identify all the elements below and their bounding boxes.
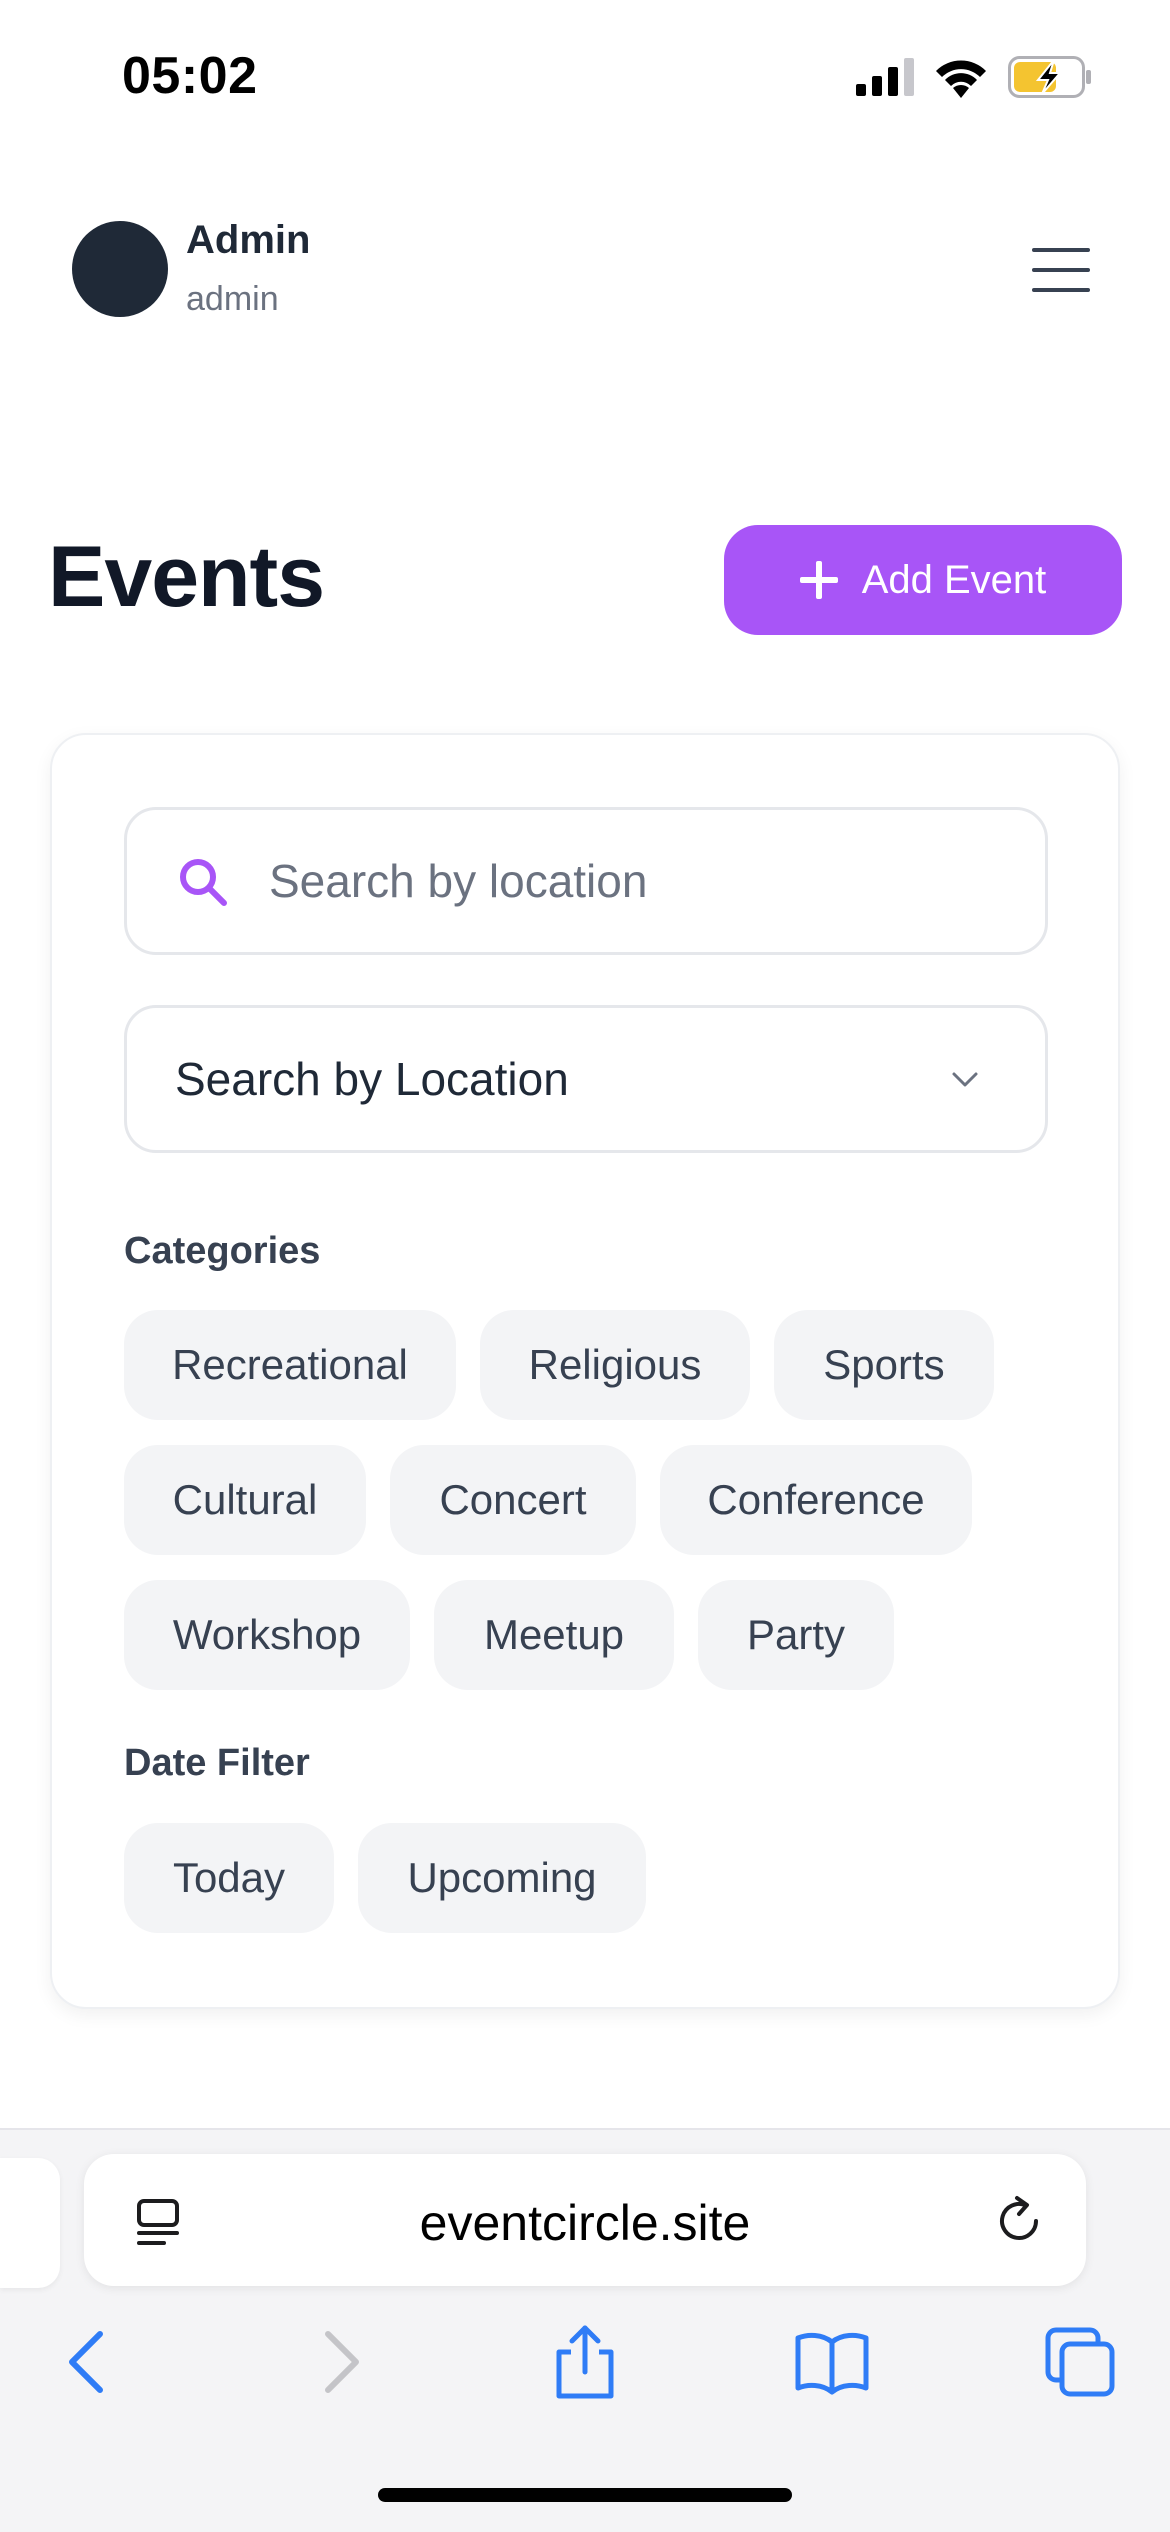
wifi-icon [936, 60, 986, 98]
search-field[interactable] [124, 807, 1048, 955]
address-bar[interactable]: eventcircle.site [84, 2154, 1086, 2286]
avatar[interactable] [72, 221, 168, 317]
category-chip-cultural[interactable]: Cultural [124, 1445, 366, 1555]
date-chip-today[interactable]: Today [124, 1823, 334, 1933]
category-chip-sports[interactable]: Sports [774, 1310, 994, 1420]
category-chip-conference[interactable]: Conference [660, 1445, 972, 1555]
location-select[interactable]: Search by Location [124, 1005, 1048, 1153]
category-chip-concert[interactable]: Concert [390, 1445, 636, 1555]
user-role: admin [186, 280, 279, 318]
add-event-label: Add Event [861, 557, 1047, 602]
category-chip-recreational[interactable]: Recreational [124, 1310, 456, 1420]
bookmarks-icon[interactable] [792, 2322, 872, 2402]
chevron-down-icon [952, 1072, 978, 1087]
location-select-value: Search by Location [175, 1053, 569, 1105]
category-chip-workshop[interactable]: Workshop [124, 1580, 410, 1690]
search-input[interactable] [269, 810, 1009, 952]
menu-icon[interactable] [1030, 244, 1092, 296]
back-icon[interactable] [48, 2322, 128, 2402]
add-event-button[interactable]: Add Event [724, 525, 1122, 635]
filter-card: Search by Location Categories Recreation… [50, 733, 1120, 2009]
plus-icon [799, 561, 838, 599]
url-text: eventcircle.site [419, 2195, 751, 2251]
home-indicator [378, 2488, 792, 2502]
user-name: Admin [186, 218, 311, 262]
date-filter-label: Date Filter [124, 1742, 310, 1784]
forward-icon[interactable] [300, 2322, 380, 2402]
battery-icon [1008, 56, 1091, 98]
share-icon[interactable] [545, 2322, 625, 2402]
reload-icon[interactable] [992, 2194, 1046, 2248]
tabs-icon[interactable] [1040, 2322, 1120, 2402]
page-title: Events [48, 529, 325, 625]
categories-label: Categories [124, 1230, 321, 1272]
signal-icon [856, 58, 914, 96]
search-icon [180, 859, 227, 906]
category-chip-religious[interactable]: Religious [480, 1310, 750, 1420]
status-time: 05:02 [122, 47, 258, 105]
category-chip-meetup[interactable]: Meetup [434, 1580, 674, 1690]
category-chip-party[interactable]: Party [698, 1580, 894, 1690]
date-chip-upcoming[interactable]: Upcoming [358, 1823, 646, 1933]
previous-tab[interactable] [0, 2158, 60, 2288]
